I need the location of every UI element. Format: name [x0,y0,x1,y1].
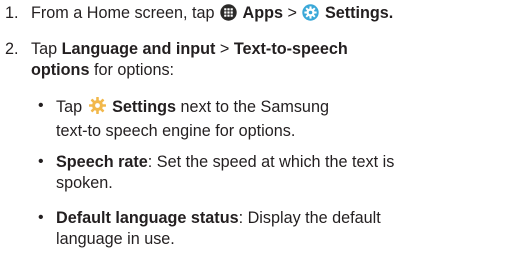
step-number: 2. [5,40,19,58]
bullet-dot: • [38,97,44,114]
default-language-status-label: Default language status [56,209,239,227]
step-text: From a Home screen, tap [31,4,220,22]
instruction-document: 1. From a Home screen, tap Apps > Settin… [0,0,508,271]
tts-label-part2: options [31,61,90,79]
bullet-text-line2: language in use. [56,230,175,248]
bullet-dot: • [38,209,44,226]
apps-grid-icon [220,4,237,27]
bullet-text-pre: Tap [56,98,87,116]
language-input-label: Language and input [61,40,216,58]
tts-label-part1: Text-to-speech [233,40,348,58]
gear-icon [88,96,107,121]
settings-gear-icon [302,4,320,27]
separator: > [283,4,302,22]
step-text: Tap [31,40,62,58]
step-text-end: for options: [89,61,175,79]
bullet-text-rest: next to the Samsung [175,98,329,116]
settings-label: Settings. [324,4,394,22]
apps-label: Apps [242,4,283,22]
speech-rate-label: Speech rate [56,153,148,171]
settings-label: Settings [112,98,176,116]
bullet-text-line2: text-to speech engine for options. [56,122,296,140]
bullet-text-rest: : Display the default [238,209,381,227]
bullet-dot: • [38,153,44,170]
separator: > [215,40,234,58]
bullet-text-rest: : Set the speed at which the text is [147,153,395,171]
step-number: 1. [5,4,19,22]
bullet-text-line2: spoken. [56,174,113,192]
